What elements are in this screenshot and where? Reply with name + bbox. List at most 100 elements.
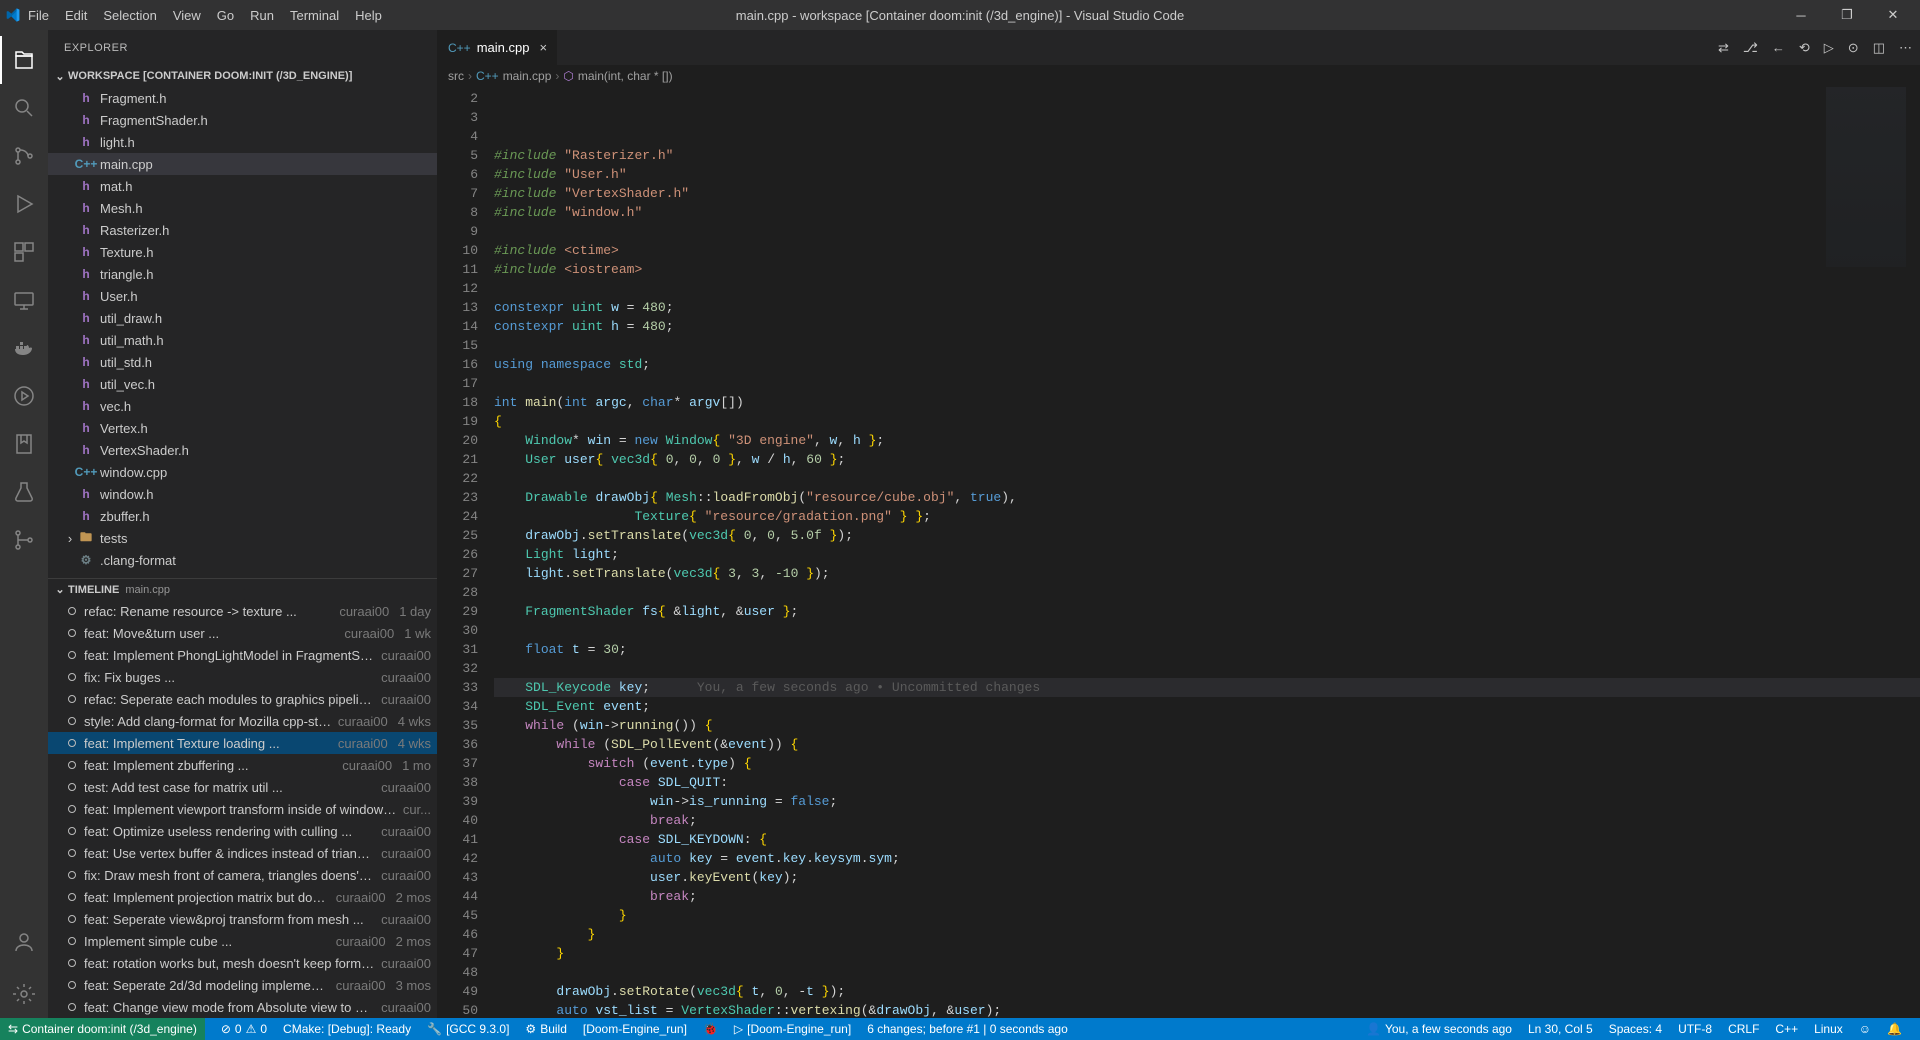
file-Vertex.h[interactable]: hVertex.h — [48, 417, 437, 439]
timeline-item[interactable]: feat: rotation works but, mesh doesn't k… — [48, 952, 437, 974]
timeline-item[interactable]: test: Add test case for matrix util ...c… — [48, 776, 437, 798]
encoding-item[interactable]: UTF-8 — [1670, 1022, 1720, 1036]
language-item[interactable]: C++ — [1767, 1022, 1806, 1036]
breadcrumb-file[interactable]: main.cpp — [503, 69, 552, 83]
file-Mesh.h[interactable]: hMesh.h — [48, 197, 437, 219]
timeline-item[interactable]: feat: Move&turn user ...curaai001 wk — [48, 622, 437, 644]
timeline-item[interactable]: feat: Implement viewport transform insid… — [48, 798, 437, 820]
spaces-item[interactable]: Spaces: 4 — [1601, 1022, 1670, 1036]
search-icon[interactable] — [0, 84, 48, 132]
forward-icon[interactable]: ⟲ — [1799, 40, 1810, 56]
menu-file[interactable]: File — [20, 8, 57, 23]
breadcrumb-symbol[interactable]: main(int, char * []) — [578, 69, 673, 83]
source-control-icon[interactable] — [0, 132, 48, 180]
extensions-icon[interactable] — [0, 228, 48, 276]
minimize-button[interactable]: ─ — [1778, 0, 1824, 30]
file-mat.h[interactable]: hmat.h — [48, 175, 437, 197]
git-icon[interactable]: ⎇ — [1743, 40, 1758, 56]
settings-icon[interactable] — [0, 970, 48, 1018]
compare-icon[interactable]: ⇄ — [1718, 40, 1729, 56]
back-icon[interactable]: ← — [1772, 40, 1785, 55]
blame-item[interactable]: 👤You, a few seconds ago — [1358, 1022, 1520, 1036]
breadcrumbs[interactable]: src › C++ main.cpp › ⬡ main(int, char * … — [438, 65, 1920, 87]
menu-view[interactable]: View — [165, 8, 209, 23]
file-clang-format[interactable]: ⚙.clang-format — [48, 549, 437, 571]
timeline-item[interactable]: feat: Change view mode from Absolute vie… — [48, 996, 437, 1018]
timeline-item[interactable]: refac: Seperate each modules to graphics… — [48, 688, 437, 710]
timeline-item[interactable]: feat: Seperate view&proj transform from … — [48, 908, 437, 930]
close-tab-icon[interactable]: × — [539, 40, 547, 55]
build-item[interactable]: ⚙Build — [517, 1022, 574, 1036]
folder-tests[interactable]: ›🖿tests — [48, 527, 437, 549]
changes-item[interactable]: 6 changes; before #1 | 0 seconds ago — [859, 1022, 1076, 1036]
file-triangle.h[interactable]: htriangle.h — [48, 263, 437, 285]
more-icon[interactable]: ⋯ — [1899, 40, 1912, 56]
breadcrumb-src[interactable]: src — [448, 69, 464, 83]
debug-icon[interactable] — [0, 180, 48, 228]
explorer-icon[interactable] — [0, 36, 48, 84]
menu-selection[interactable]: Selection — [95, 8, 164, 23]
kit-item[interactable]: 🔧[GCC 9.3.0] — [419, 1022, 517, 1036]
build-target-item[interactable]: [Doom-Engine_run] — [575, 1022, 695, 1036]
maximize-button[interactable]: ❐ — [1824, 0, 1870, 30]
timeline-item[interactable]: fix: Fix buges ...curaai00 — [48, 666, 437, 688]
file-zbuffer.h[interactable]: hzbuffer.h — [48, 505, 437, 527]
file-util_math.h[interactable]: hutil_math.h — [48, 329, 437, 351]
timeline-item[interactable]: feat: Implement zbuffering ...curaai001 … — [48, 754, 437, 776]
editor[interactable]: 2345678910111213141516171819202122232425… — [438, 87, 1920, 1018]
file-main.cpp[interactable]: C++main.cpp — [48, 153, 437, 175]
eol-item[interactable]: CRLF — [1720, 1022, 1767, 1036]
launch-item[interactable]: ▷[Doom-Engine_run] — [726, 1022, 859, 1036]
account-icon[interactable] — [0, 918, 48, 966]
timeline-item[interactable]: style: Add clang-format for Mozilla cpp-… — [48, 710, 437, 732]
code-content[interactable]: #include "Rasterizer.h"#include "User.h"… — [494, 87, 1920, 1018]
remote-indicator[interactable]: ⇆ Container doom:init (/3d_engine) — [0, 1018, 205, 1040]
menu-terminal[interactable]: Terminal — [282, 8, 347, 23]
docker-icon[interactable] — [0, 324, 48, 372]
file-window.h[interactable]: hwindow.h — [48, 483, 437, 505]
file-util_std.h[interactable]: hutil_std.h — [48, 351, 437, 373]
timeline-header[interactable]: ⌄ TIMELINE main.cpp — [48, 578, 437, 600]
timeline-item[interactable]: feat: Optimize useless rendering with cu… — [48, 820, 437, 842]
close-button[interactable]: ✕ — [1870, 0, 1916, 30]
cmake-item[interactable]: CMake: [Debug]: Ready — [275, 1022, 419, 1036]
debug-item[interactable]: 🐞 — [695, 1022, 726, 1036]
timeline-item[interactable]: feat: Implement projection matrix but do… — [48, 886, 437, 908]
run-icon[interactable]: ▷ — [1824, 40, 1834, 56]
menu-help[interactable]: Help — [347, 8, 390, 23]
problems-item[interactable]: ⊘0 ⚠0 — [213, 1022, 275, 1036]
file-util_vec.h[interactable]: hutil_vec.h — [48, 373, 437, 395]
file-FragmentShader.h[interactable]: hFragmentShader.h — [48, 109, 437, 131]
tab-main-cpp[interactable]: C++ main.cpp × — [438, 30, 558, 65]
feedback-icon[interactable]: ☺ — [1851, 1022, 1879, 1036]
timeline-item[interactable]: feat: Seperate 2d/3d modeling implementa… — [48, 974, 437, 996]
file-Fragment.h[interactable]: hFragment.h — [48, 87, 437, 109]
remote-explorer-icon[interactable] — [0, 276, 48, 324]
file-User.h[interactable]: hUser.h — [48, 285, 437, 307]
timeline-item[interactable]: Implement simple cube ...curaai002 mos — [48, 930, 437, 952]
workspace-header[interactable]: ⌄ WORKSPACE [CONTAINER DOOM:INIT (/3D_EN… — [48, 65, 437, 87]
file-window.cpp[interactable]: C++window.cpp — [48, 461, 437, 483]
bookmark-icon[interactable] — [0, 420, 48, 468]
timeline-item[interactable]: fix: Draw mesh front of camera, triangle… — [48, 864, 437, 886]
git-graph-icon[interactable] — [0, 516, 48, 564]
timeline-item[interactable]: refac: Rename resource -> texture ...cur… — [48, 600, 437, 622]
file-VertexShader.h[interactable]: hVertexShader.h — [48, 439, 437, 461]
test-icon[interactable] — [0, 468, 48, 516]
live-share-icon[interactable] — [0, 372, 48, 420]
cursor-item[interactable]: Ln 30, Col 5 — [1520, 1022, 1601, 1036]
timeline-item[interactable]: feat: Implement PhongLightModel in Fragm… — [48, 644, 437, 666]
file-vec.h[interactable]: hvec.h — [48, 395, 437, 417]
menu-go[interactable]: Go — [209, 8, 242, 23]
timeline-item[interactable]: feat: Implement Texture loading ...curaa… — [48, 732, 437, 754]
file-Rasterizer.h[interactable]: hRasterizer.h — [48, 219, 437, 241]
minimap[interactable] — [1826, 87, 1906, 267]
file-light.h[interactable]: hlight.h — [48, 131, 437, 153]
menu-edit[interactable]: Edit — [57, 8, 95, 23]
file-Texture.h[interactable]: hTexture.h — [48, 241, 437, 263]
timeline-item[interactable]: feat: Use vertex buffer & indices instea… — [48, 842, 437, 864]
debug-run-icon[interactable]: ⊙ — [1848, 40, 1859, 56]
file-util_draw.h[interactable]: hutil_draw.h — [48, 307, 437, 329]
os-item[interactable]: Linux — [1806, 1022, 1851, 1036]
bell-icon[interactable]: 🔔 — [1879, 1022, 1910, 1036]
